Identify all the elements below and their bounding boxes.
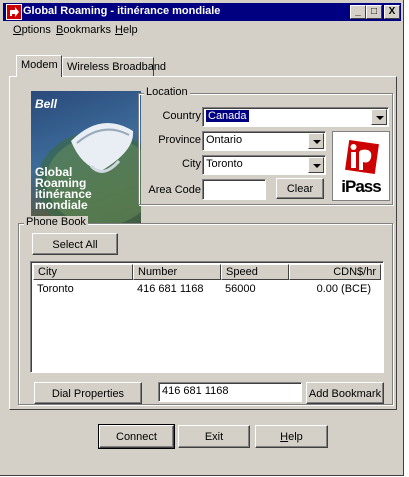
help-button-mnemonic: H: [280, 431, 289, 443]
add-bookmark-button[interactable]: Add Bookmark: [306, 382, 384, 404]
province-dropdown-icon[interactable]: [308, 133, 324, 149]
menu-help[interactable]: Help: [115, 24, 138, 36]
maximize-icon: □: [370, 6, 378, 17]
phonebook-group-label: Phone Book: [24, 216, 88, 228]
table-row[interactable]: Toronto 416 681 1168 56000 0.00 (BCE): [33, 281, 381, 296]
country-select[interactable]: Canada: [202, 107, 389, 127]
province-select[interactable]: Ontario: [202, 131, 326, 151]
close-icon: X: [388, 6, 396, 17]
brand-text: Global Roaming itinérance mondiale: [35, 166, 92, 212]
bell-global-roaming-image: Bell Global Roaming itinérance mondiale: [31, 91, 141, 223]
clear-button[interactable]: Clear: [276, 178, 324, 199]
menu-bar: Options Bookmarks Help: [3, 22, 401, 39]
select-all-button[interactable]: Select All: [32, 233, 118, 255]
row-city: Toronto: [37, 283, 74, 295]
area-code-label: Area Code: [148, 184, 201, 196]
dial-properties-button[interactable]: Dial Properties: [34, 382, 142, 404]
tab-panel: Bell Global Roaming itinérance mondiale …: [9, 76, 397, 410]
ipass-logo: iPass: [332, 131, 390, 201]
maximize-button[interactable]: □: [366, 5, 382, 19]
tab-wireless-label: Wireless Broadband: [67, 61, 167, 73]
exit-button[interactable]: Exit: [178, 425, 250, 448]
city-value: Toronto: [206, 158, 243, 170]
dial-number-input[interactable]: 416 681 1168: [158, 382, 302, 402]
area-code-input[interactable]: [202, 179, 266, 200]
title-bar[interactable]: Global Roaming - itinérance mondiale _ □…: [3, 3, 401, 21]
minimize-button[interactable]: _: [350, 5, 366, 19]
ipass-mark-icon: [345, 140, 379, 174]
brand-line-4: mondiale: [35, 198, 88, 212]
row-cost: 0.00 (BCE): [316, 283, 371, 295]
menu-bookmarks[interactable]: Bookmarks: [56, 24, 111, 36]
tab-modem[interactable]: Modem: [16, 55, 62, 77]
tab-modem-label: Modem: [21, 59, 58, 71]
window-title: Global Roaming - itinérance mondiale: [23, 5, 221, 17]
menu-options[interactable]: Options: [13, 24, 51, 36]
minimize-icon: _: [355, 6, 361, 17]
connect-button[interactable]: Connect: [98, 424, 175, 449]
column-header-cost[interactable]: CDN$/hr: [289, 264, 381, 280]
country-label: Country: [162, 110, 201, 122]
province-value: Ontario: [206, 134, 243, 146]
column-header-number[interactable]: Number: [133, 264, 221, 280]
city-select[interactable]: Toronto: [202, 155, 326, 175]
close-button[interactable]: X: [384, 5, 400, 19]
app-icon: [6, 4, 22, 20]
city-dropdown-icon[interactable]: [308, 157, 324, 173]
column-header-city[interactable]: City: [33, 264, 133, 280]
dial-number-value: 416 681 1168: [162, 385, 229, 397]
tab-wireless-broadband[interactable]: Wireless Broadband: [62, 57, 166, 77]
row-number: 416 681 1168: [137, 283, 204, 295]
ipass-text: iPass: [341, 177, 381, 196]
phonebook-list[interactable]: City Number Speed CDN$/hr Toronto 416 68…: [30, 261, 384, 373]
location-group-label: Location: [144, 86, 190, 98]
bell-logo: Bell: [35, 97, 58, 111]
country-value: Canada: [206, 110, 249, 122]
app-window: Global Roaming - itinérance mondiale _ □…: [0, 0, 404, 476]
column-header-speed[interactable]: Speed: [221, 264, 289, 280]
help-button[interactable]: Help: [255, 425, 328, 448]
row-speed: 56000: [225, 283, 256, 295]
city-label: City: [182, 158, 201, 170]
help-button-label: elp: [288, 431, 303, 443]
country-dropdown-icon[interactable]: [371, 109, 387, 125]
province-label: Province: [158, 134, 201, 146]
